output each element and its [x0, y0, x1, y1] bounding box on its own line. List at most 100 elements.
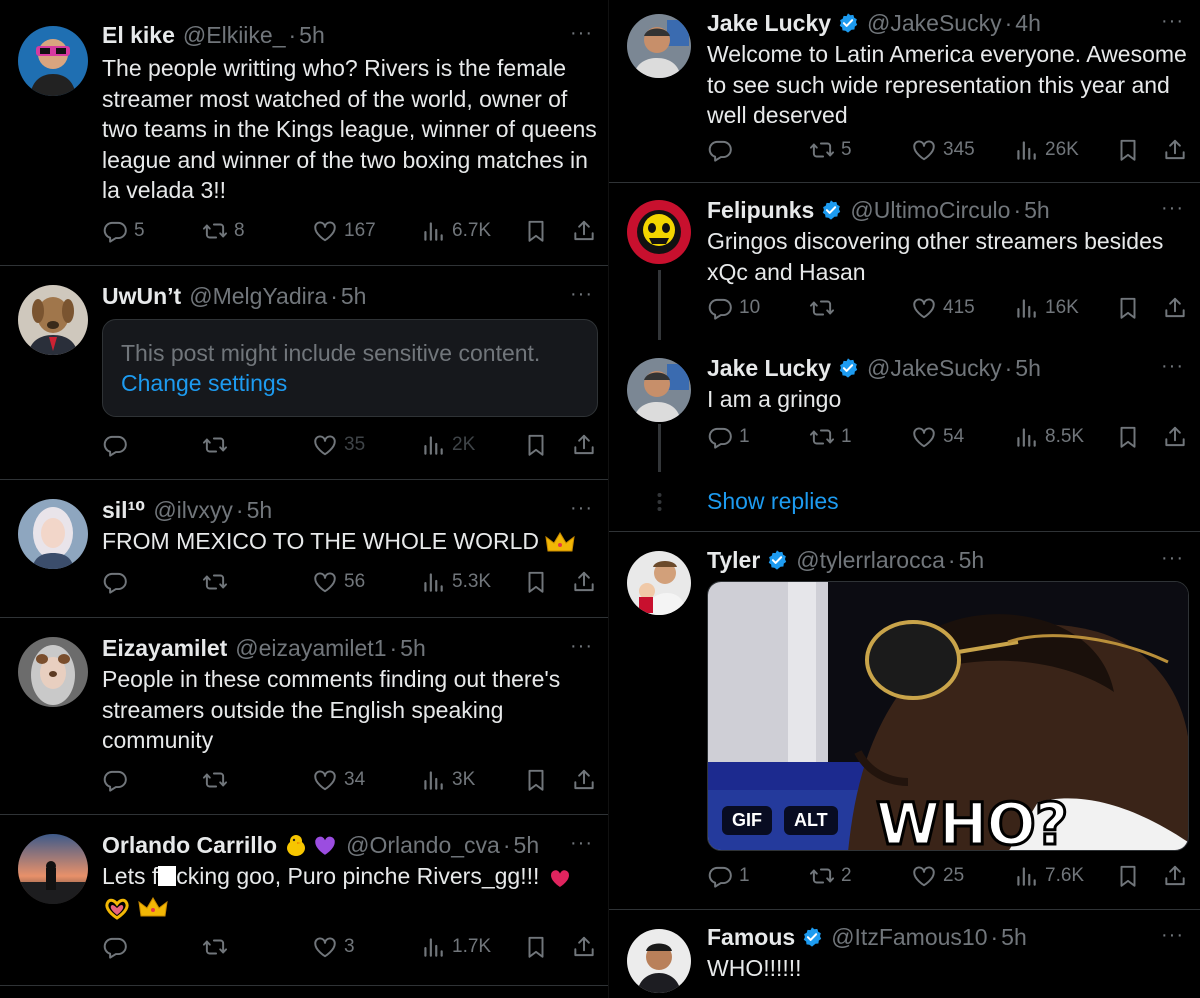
views-button[interactable]: 26K	[1013, 135, 1079, 165]
views-button[interactable]: 1.7K	[420, 932, 491, 962]
change-settings-link[interactable]: Change settings	[121, 368, 579, 398]
views-button[interactable]: 8.5K	[1013, 422, 1084, 452]
bookmark-button[interactable]	[1115, 861, 1141, 891]
post-el-kike[interactable]: El kike @Elkiike_ · 5h ··· The people wr…	[0, 0, 608, 266]
bookmark-button[interactable]	[523, 567, 549, 597]
author-name[interactable]: Tyler	[707, 545, 760, 575]
post-orlando-carrillo[interactable]: Orlando Carrillo @Orlando_cva · 5h ··· L…	[0, 816, 608, 986]
author-name[interactable]: UwUn’t	[102, 281, 181, 311]
author-handle[interactable]: @MelgYadira	[189, 281, 327, 311]
views-button[interactable]: 7.6K	[1013, 861, 1084, 891]
like-button[interactable]: 167	[312, 216, 376, 246]
like-button[interactable]: 54	[911, 422, 964, 452]
author-name[interactable]: Famous	[707, 922, 795, 952]
repost-button[interactable]	[202, 430, 234, 460]
post-jake-lucky-1[interactable]: Jake Lucky @JakeSucky · 4h ··· Welcome t…	[609, 0, 1200, 183]
post-time[interactable]: 5h	[1024, 195, 1050, 225]
author-handle[interactable]: @JakeSucky	[867, 353, 1002, 383]
like-button[interactable]: 34	[312, 765, 365, 795]
post-time[interactable]: 5h	[341, 281, 367, 311]
reply-button[interactable]	[102, 765, 128, 795]
more-icon[interactable]: ···	[1161, 197, 1184, 220]
post-time[interactable]: 5h	[959, 545, 985, 575]
author-handle[interactable]: @ilvxyy	[153, 495, 233, 525]
author-handle[interactable]: @Elkiike_	[183, 20, 286, 50]
more-icon[interactable]: ···	[1161, 547, 1184, 570]
share-button[interactable]	[571, 430, 597, 460]
post-uwunt[interactable]: UwUn’t @MelgYadira · 5h ··· This post mi…	[0, 267, 608, 480]
avatar[interactable]	[18, 499, 88, 569]
more-icon[interactable]: ···	[570, 635, 593, 658]
repost-button[interactable]	[202, 765, 228, 795]
share-button[interactable]	[1162, 293, 1188, 323]
like-button[interactable]: 415	[911, 293, 975, 323]
reply-button[interactable]	[102, 932, 128, 962]
like-button[interactable]: 345	[911, 135, 975, 165]
bookmark-button[interactable]	[1115, 422, 1141, 452]
bookmark-button[interactable]	[523, 765, 549, 795]
share-button[interactable]	[571, 932, 597, 962]
author-name[interactable]: sil¹⁰	[102, 495, 145, 525]
reply-button[interactable]: 5	[102, 216, 145, 246]
avatar[interactable]	[18, 285, 88, 355]
views-button[interactable]: 5.3K	[420, 567, 491, 597]
repost-button[interactable]: 5	[809, 135, 852, 165]
share-button[interactable]	[571, 765, 597, 795]
avatar[interactable]	[627, 200, 691, 264]
share-button[interactable]	[571, 567, 597, 597]
bookmark-button[interactable]	[523, 430, 549, 460]
post-time[interactable]: 5h	[514, 830, 540, 860]
reply-button[interactable]	[707, 135, 733, 165]
post-sil[interactable]: sil¹⁰ @ilvxyy · 5h ··· FROM MEXICO TO TH…	[0, 481, 608, 618]
author-handle[interactable]: @Orlando_cva	[346, 830, 500, 860]
author-handle[interactable]: @ItzFamous10	[831, 922, 987, 952]
post-time[interactable]: 4h	[1015, 8, 1041, 38]
post-tyler[interactable]: Tyler @tylerrlarocca · 5h ··· GIF ALT WH…	[609, 533, 1200, 910]
author-name[interactable]: Orlando Carrillo	[102, 830, 277, 860]
author-name[interactable]: Felipunks	[707, 195, 814, 225]
like-button[interactable]: 35	[312, 430, 365, 460]
bookmark-button[interactable]	[1115, 293, 1141, 323]
author-name[interactable]: Jake Lucky	[707, 8, 831, 38]
post-time[interactable]: 5h	[299, 20, 325, 50]
more-icon[interactable]: ···	[570, 497, 593, 520]
post-famous[interactable]: Famous @ItzFamous10 · 5h ··· WHO!!!!!!	[609, 911, 1200, 998]
avatar[interactable]	[627, 14, 691, 78]
reply-button[interactable]: 1	[707, 422, 750, 452]
like-button[interactable]: 3	[312, 932, 355, 962]
avatar[interactable]	[627, 358, 691, 422]
alt-badge[interactable]: ALT	[784, 806, 838, 835]
author-name[interactable]: El kike	[102, 20, 175, 50]
repost-button[interactable]	[202, 932, 228, 962]
more-icon[interactable]: ···	[1161, 355, 1184, 378]
author-name[interactable]: Jake Lucky	[707, 353, 831, 383]
author-handle[interactable]: @eizayamilet1	[235, 633, 386, 663]
repost-button[interactable]	[809, 293, 835, 323]
share-button[interactable]	[1162, 861, 1188, 891]
share-button[interactable]	[571, 216, 597, 246]
reply-button[interactable]	[102, 567, 128, 597]
avatar[interactable]	[18, 834, 88, 904]
reply-button[interactable]: 10	[707, 293, 760, 323]
bookmark-button[interactable]	[1115, 135, 1141, 165]
repost-button[interactable]: 8	[202, 216, 245, 246]
gif-media[interactable]: GIF ALT WHO?	[707, 581, 1189, 851]
author-handle[interactable]: @UltimoCirculo	[850, 195, 1010, 225]
share-button[interactable]	[1162, 422, 1188, 452]
author-handle[interactable]: @tylerrlarocca	[796, 545, 945, 575]
post-time[interactable]: 5h	[400, 633, 426, 663]
avatar[interactable]	[627, 551, 691, 615]
views-button[interactable]: 16K	[1013, 293, 1079, 323]
more-icon[interactable]: ···	[1161, 924, 1184, 947]
avatar[interactable]	[627, 929, 691, 993]
share-button[interactable]	[1162, 135, 1188, 165]
avatar[interactable]	[18, 26, 88, 96]
repost-button[interactable]: 2	[809, 861, 852, 891]
views-button[interactable]: 6.7K	[420, 216, 491, 246]
more-icon[interactable]: ···	[570, 832, 593, 855]
author-name[interactable]: Eizayamilet	[102, 633, 227, 663]
views-button[interactable]: 3K	[420, 765, 475, 795]
views-button[interactable]: 2K	[420, 430, 475, 460]
reply-button[interactable]: 1	[707, 861, 750, 891]
bookmark-button[interactable]	[523, 216, 549, 246]
